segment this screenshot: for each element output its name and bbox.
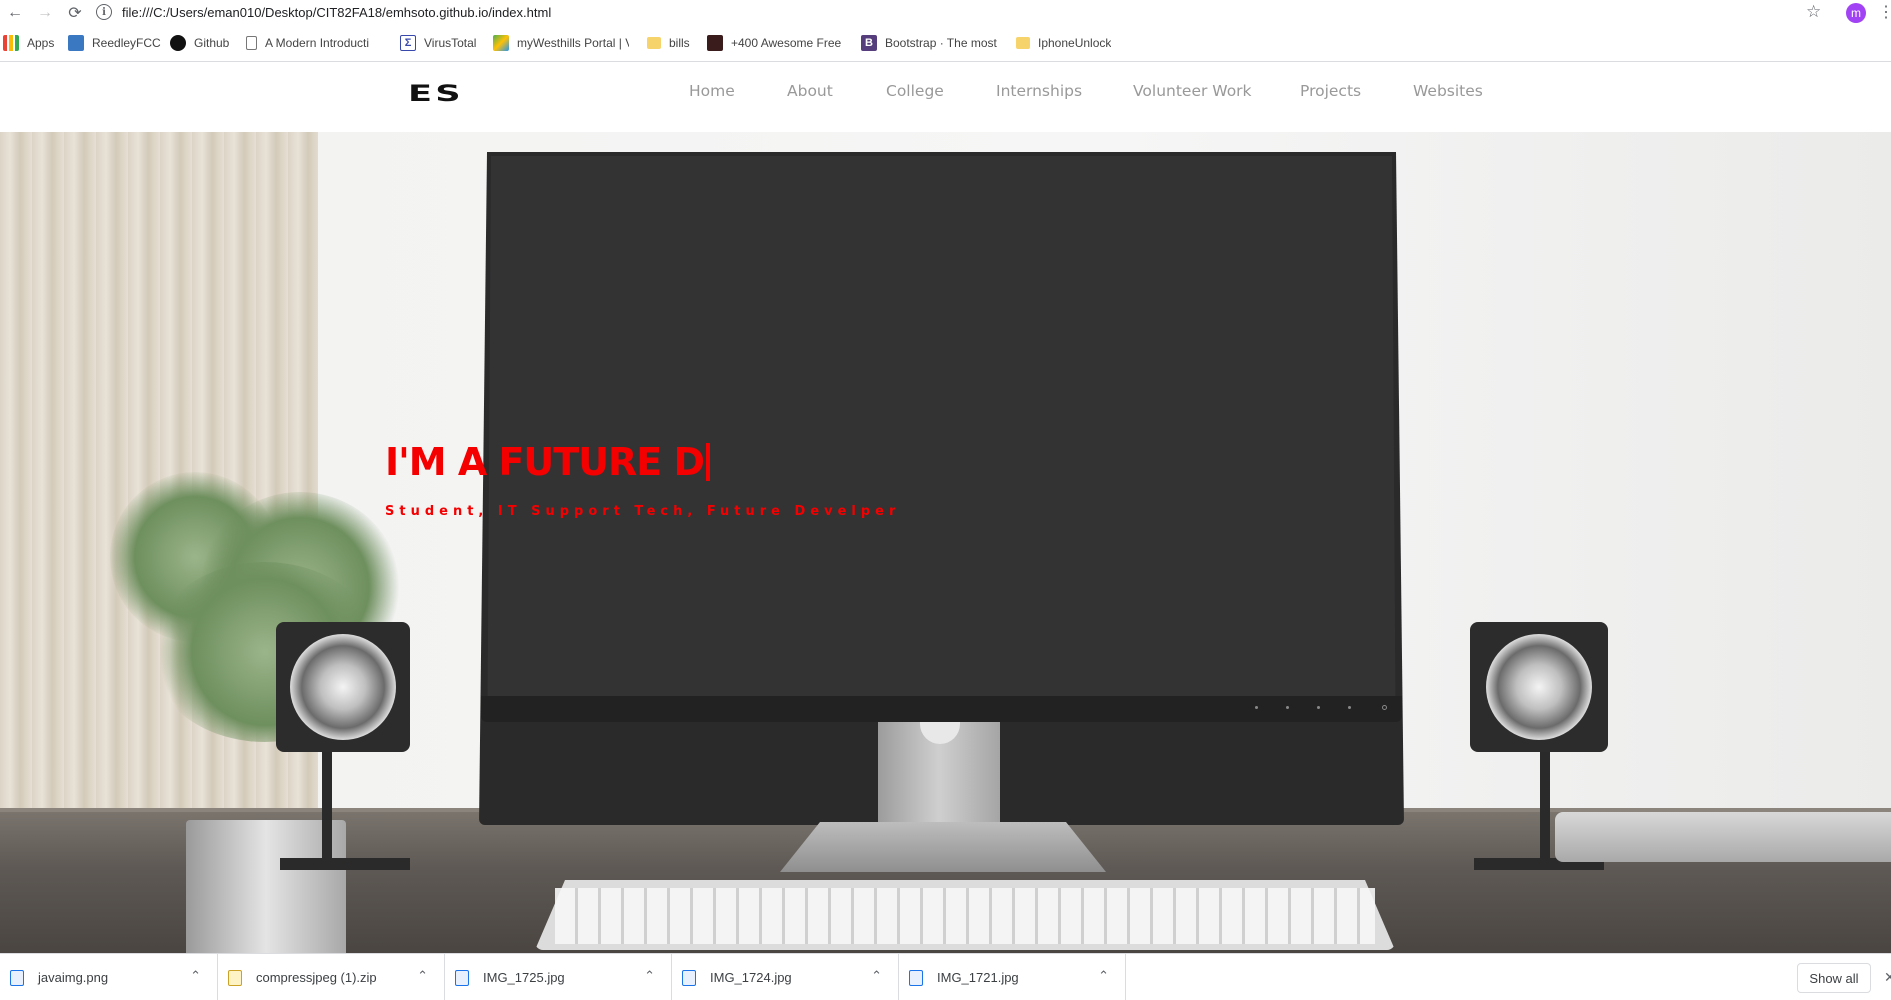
bookmark-bootstrap[interactable]: B Bootstrap · The most <box>861 32 999 54</box>
chevron-up-icon[interactable]: ⌃ <box>871 968 882 984</box>
download-filename: IMG_1725.jpg <box>483 970 565 985</box>
reedley-icon <box>68 35 84 51</box>
bookmark-iphoneunlock[interactable]: IphoneUnlock <box>1016 32 1111 54</box>
monitor-button <box>1286 706 1289 709</box>
speaker-cone <box>290 634 396 740</box>
download-item[interactable]: compressjpeg (1).zip ⌃ <box>218 954 445 1000</box>
nav-college[interactable]: College <box>886 82 944 100</box>
site-navbar: ES Home About College Internships Volunt… <box>0 62 1891 132</box>
image-file-icon <box>10 969 24 986</box>
folder-icon <box>1016 37 1030 49</box>
bookmark-apps[interactable]: Apps <box>3 32 54 54</box>
speaker-cone <box>1486 634 1592 740</box>
image-file-icon <box>455 969 469 986</box>
apps-grid-icon <box>3 35 19 51</box>
zip-file-icon <box>228 969 242 986</box>
download-item[interactable]: IMG_1725.jpg ⌃ <box>445 954 672 1000</box>
reload-button[interactable]: ⟳ <box>60 0 90 26</box>
address-bar: ← → ⟳ i file:///C:/Users/eman010/Desktop… <box>0 0 1891 26</box>
download-shelf: javaimg.png ⌃ compressjpeg (1).zip ⌃ IMG… <box>0 953 1891 1000</box>
typing-cursor <box>706 443 711 481</box>
bookmark-westhills[interactable]: myWesthills Portal | V <box>493 32 629 54</box>
right-speaker <box>1470 622 1608 752</box>
hero-title-text: I'M A FUTURE D <box>385 440 705 484</box>
bookmarks-bar: Apps ReedleyFCC Github A Modern Introduc… <box>0 30 1891 56</box>
bookmark-awesome-free[interactable]: +400 Awesome Free <box>707 32 845 54</box>
awesome-icon <box>707 35 723 51</box>
nav-volunteer-work[interactable]: Volunteer Work <box>1133 82 1252 100</box>
browser-menu-icon[interactable]: ⋮ <box>1878 2 1891 22</box>
hero-subtitle: Student, IT Support Tech, Future Develpe… <box>385 504 901 519</box>
close-icon[interactable]: ✕ <box>1884 969 1891 986</box>
monitor-chin <box>481 696 1402 722</box>
download-item[interactable]: IMG_1721.jpg ⌃ <box>899 954 1126 1000</box>
download-item[interactable]: IMG_1724.jpg ⌃ <box>672 954 899 1000</box>
nav-websites[interactable]: Websites <box>1413 82 1483 100</box>
download-filename: javaimg.png <box>38 970 109 985</box>
laptop <box>1555 812 1891 862</box>
site-logo[interactable]: ES <box>408 82 464 107</box>
bootstrap-icon: B <box>861 35 877 51</box>
westhills-icon <box>493 35 509 51</box>
keyboard-keys <box>555 888 1375 944</box>
monitor-screen <box>487 156 1396 696</box>
omnibox[interactable]: i file:///C:/Users/eman010/Desktop/CIT82… <box>96 0 551 24</box>
hero-section <box>0 132 1891 953</box>
hero-title: I'M A FUTURE D <box>385 440 711 484</box>
chevron-up-icon[interactable]: ⌃ <box>190 968 201 984</box>
folder-icon <box>647 37 661 49</box>
left-speaker-base <box>280 858 410 870</box>
download-filename: IMG_1724.jpg <box>710 970 792 985</box>
back-button[interactable]: ← <box>0 0 30 26</box>
download-filename: compressjpeg (1).zip <box>256 970 377 985</box>
download-item[interactable]: javaimg.png ⌃ <box>0 954 218 1000</box>
url-text[interactable]: file:///C:/Users/eman010/Desktop/CIT82FA… <box>122 5 551 20</box>
github-icon <box>170 35 186 51</box>
nav-home[interactable]: Home <box>689 82 735 100</box>
nav-projects[interactable]: Projects <box>1300 82 1361 100</box>
show-all-downloads-button[interactable]: Show all <box>1797 963 1871 993</box>
nav-about[interactable]: About <box>787 82 833 100</box>
left-speaker <box>276 622 410 752</box>
monitor-power-button <box>1382 705 1387 710</box>
monitor-button <box>1348 706 1351 709</box>
monitor-stand-base <box>780 822 1106 872</box>
download-filename: IMG_1721.jpg <box>937 970 1019 985</box>
bookmark-bills[interactable]: bills <box>647 32 690 54</box>
monitor-button <box>1255 706 1258 709</box>
image-file-icon <box>682 969 696 986</box>
nav-internships[interactable]: Internships <box>996 82 1082 100</box>
profile-avatar[interactable]: m <box>1846 3 1866 23</box>
bookmark-github[interactable]: Github <box>170 32 229 54</box>
monitor-button <box>1317 706 1320 709</box>
bookmark-reedleyfcc[interactable]: ReedleyFCC <box>68 32 161 54</box>
virustotal-icon: Σ <box>400 35 416 51</box>
page-icon <box>246 36 257 50</box>
bookmark-star-icon[interactable]: ☆ <box>1806 2 1821 22</box>
bookmark-modern-intro[interactable]: A Modern Introducti <box>246 32 386 54</box>
right-speaker-stand <box>1540 752 1550 862</box>
left-speaker-stand <box>322 752 332 862</box>
image-file-icon <box>909 969 923 986</box>
info-icon[interactable]: i <box>96 4 112 20</box>
forward-button[interactable]: → <box>30 0 60 26</box>
chevron-up-icon[interactable]: ⌃ <box>1098 968 1109 984</box>
chevron-up-icon[interactable]: ⌃ <box>417 968 428 984</box>
bookmark-virustotal[interactable]: Σ VirusTotal <box>400 32 476 54</box>
chevron-up-icon[interactable]: ⌃ <box>644 968 655 984</box>
